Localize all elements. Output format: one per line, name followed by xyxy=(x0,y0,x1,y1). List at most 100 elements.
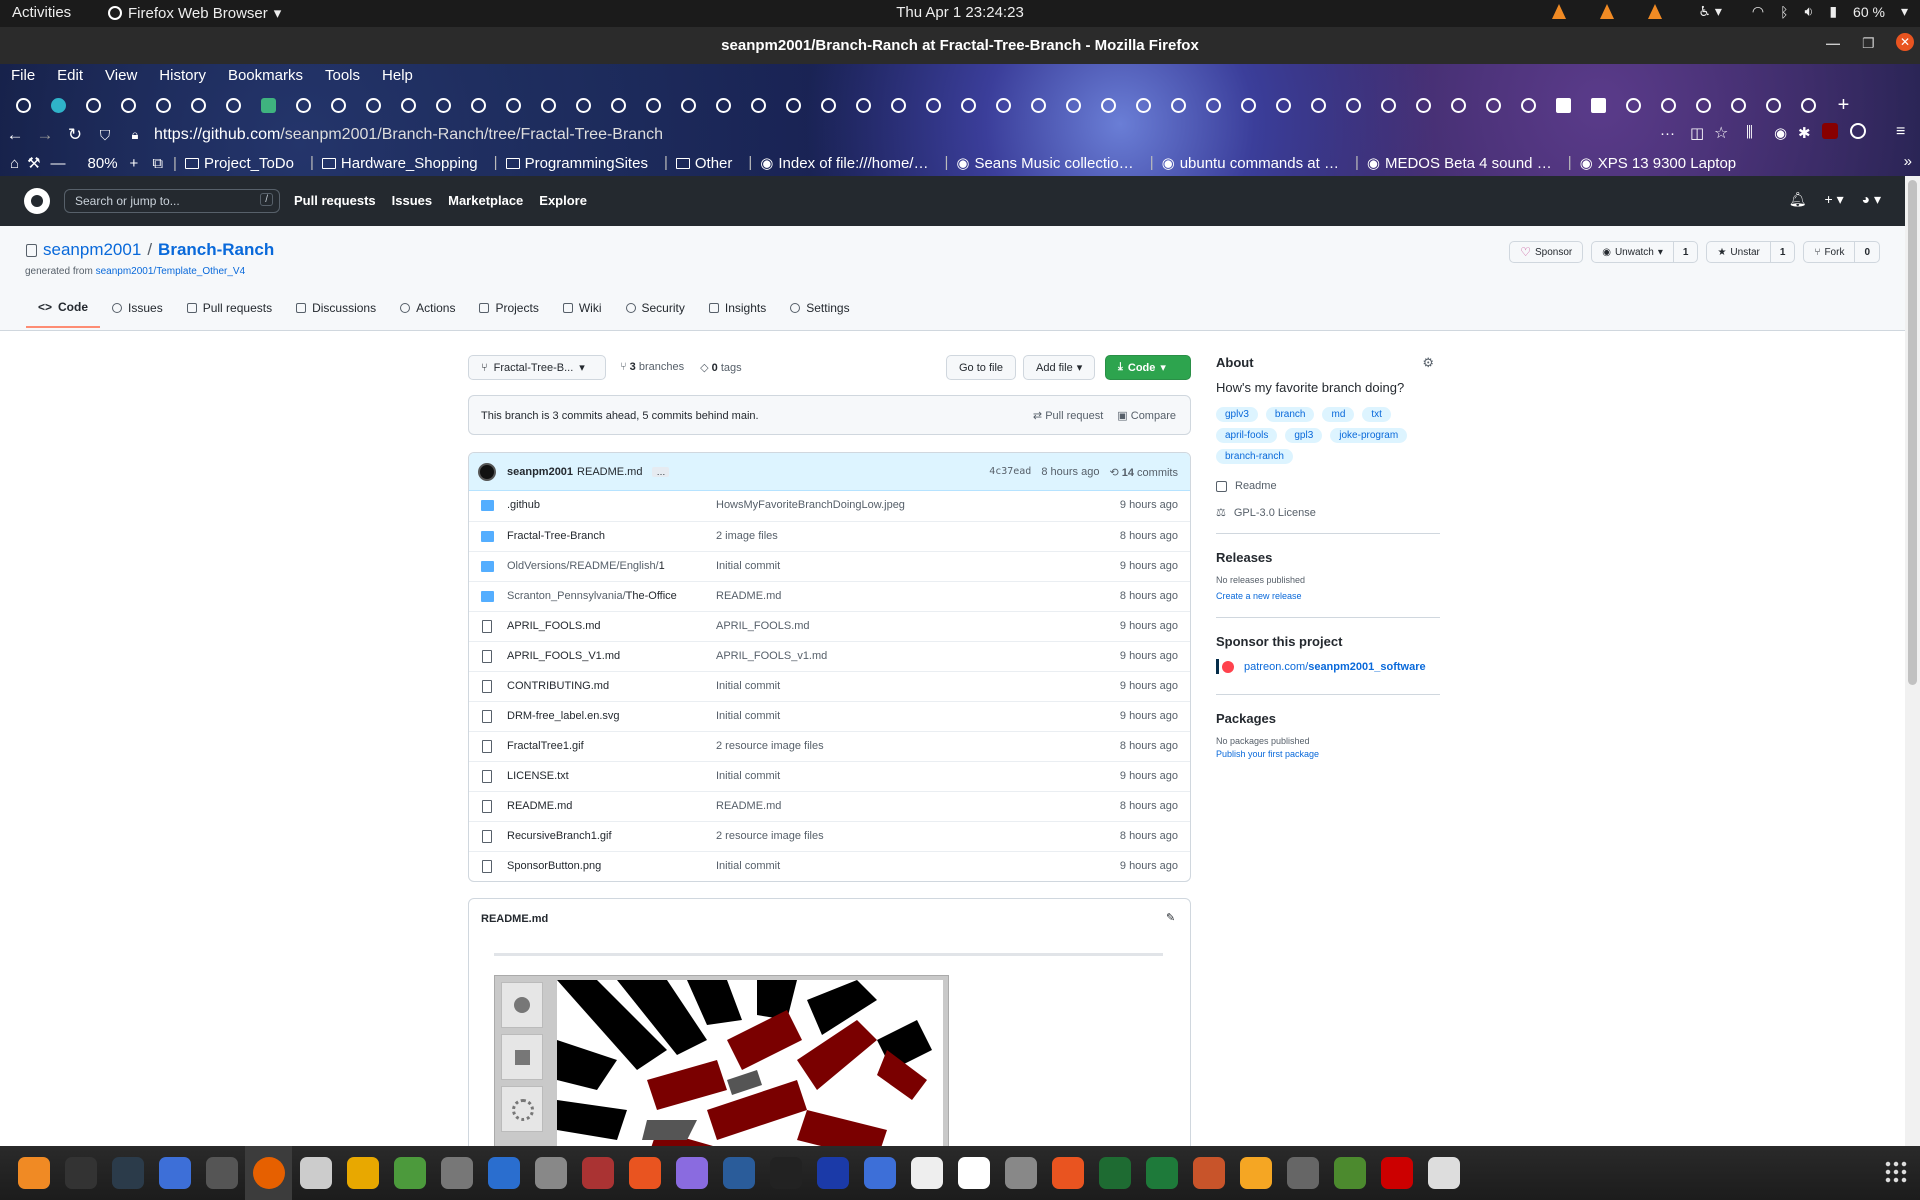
tab-security[interactable]: Security xyxy=(614,300,697,328)
hamburger-menu-icon[interactable]: ≡ xyxy=(1896,123,1905,141)
expand-commit-button[interactable]: … xyxy=(652,467,670,477)
dock-item[interactable] xyxy=(1091,1146,1138,1200)
fork-button[interactable]: ⑂ Fork 0 xyxy=(1803,241,1880,263)
browser-tab[interactable] xyxy=(916,90,951,120)
nav-pull-requests[interactable]: Pull requests xyxy=(294,193,376,208)
vlc-tray-icon[interactable] xyxy=(1648,4,1663,19)
go-to-file-button[interactable]: Go to file xyxy=(946,355,1017,380)
browser-tab[interactable] xyxy=(321,90,356,120)
avatar-menu[interactable]: ◕ ▾ xyxy=(1862,191,1881,208)
github-extension-icon[interactable] xyxy=(1850,123,1866,139)
browser-tab[interactable] xyxy=(216,90,251,120)
file-commit-message[interactable]: APRIL_FOOLS_v1.md xyxy=(716,650,827,662)
tab-actions[interactable]: Actions xyxy=(388,300,467,328)
browser-tab[interactable] xyxy=(706,90,741,120)
tab-code[interactable]: <> Code xyxy=(26,300,101,328)
zoom-out-icon[interactable]: — xyxy=(51,155,66,172)
repo-owner-link[interactable]: seanpm2001 xyxy=(43,240,141,260)
dock-item[interactable] xyxy=(339,1146,386,1200)
pull-request-link[interactable]: ⇄ Pull request xyxy=(1033,409,1103,422)
account-icon[interactable]: ◉ xyxy=(1774,124,1787,142)
browser-tab[interactable] xyxy=(1406,90,1441,120)
dock-item[interactable] xyxy=(1044,1146,1091,1200)
menu-edit[interactable]: Edit xyxy=(46,64,94,90)
vlc-tray-icon[interactable] xyxy=(1600,4,1615,19)
system-tray[interactable]: ♿︎ ▾ ◠ ᛒ 🔉︎ ▮ 60 % ▾ xyxy=(1552,3,1908,20)
bookmark-item[interactable]: ◉ ubuntu commands at … xyxy=(1162,154,1339,173)
unwatch-button[interactable]: ◉ Unwatch ▾ 1 xyxy=(1591,241,1699,263)
file-name-link[interactable]: CONTRIBUTING.md xyxy=(507,680,609,692)
menu-history[interactable]: History xyxy=(148,64,217,90)
file-name-link[interactable]: APRIL_FOOLS.md xyxy=(507,620,601,632)
file-name-link[interactable]: LICENSE.txt xyxy=(507,770,569,782)
dock-item[interactable] xyxy=(1326,1146,1373,1200)
browser-tab[interactable] xyxy=(1371,90,1406,120)
dock-item[interactable] xyxy=(950,1146,997,1200)
extension-icon[interactable]: ✱ xyxy=(1798,124,1811,142)
commit-sha[interactable]: 4c37ead xyxy=(989,466,1031,479)
menu-file[interactable]: File xyxy=(0,64,46,90)
dock-item[interactable] xyxy=(1232,1146,1279,1200)
dock-item[interactable] xyxy=(668,1146,715,1200)
branches-link[interactable]: ⑂ 3 branches xyxy=(620,361,684,374)
topic-tag[interactable]: branch xyxy=(1265,407,1315,422)
show-applications-icon[interactable] xyxy=(1884,1160,1908,1184)
browser-tab[interactable] xyxy=(776,90,811,120)
commits-link[interactable]: ⟲ 14 commits xyxy=(1109,466,1178,479)
close-icon[interactable]: ✕ xyxy=(1896,33,1914,51)
browser-tab[interactable] xyxy=(1616,90,1651,120)
nav-marketplace[interactable]: Marketplace xyxy=(448,193,523,208)
dock-item[interactable] xyxy=(151,1146,198,1200)
browser-tab[interactable] xyxy=(1161,90,1196,120)
commit-message[interactable]: README.md xyxy=(577,466,642,478)
browser-tab[interactable] xyxy=(1756,90,1791,120)
page-scrollbar[interactable] xyxy=(1905,176,1920,1146)
browser-tab[interactable] xyxy=(986,90,1021,120)
vlc-tray-icon[interactable] xyxy=(1552,4,1567,19)
dock-item[interactable] xyxy=(57,1146,104,1200)
minimize-icon[interactable]: — xyxy=(1826,35,1840,51)
ublock-icon[interactable] xyxy=(1822,123,1838,139)
tools-icon[interactable]: ⚒ xyxy=(27,154,40,172)
dock-item[interactable] xyxy=(997,1146,1044,1200)
file-name-link[interactable]: README.md xyxy=(507,800,572,812)
repo-name-link[interactable]: Branch-Ranch xyxy=(158,240,274,260)
dock-item[interactable] xyxy=(574,1146,621,1200)
file-name-link[interactable]: OldVersions/README/English/1 xyxy=(507,560,665,572)
menu-bookmarks[interactable]: Bookmarks xyxy=(217,64,314,90)
file-commit-message[interactable]: 2 image files xyxy=(716,530,778,542)
create-new-icon[interactable]: + ▾ xyxy=(1825,191,1844,208)
file-commit-message[interactable]: Initial commit xyxy=(716,710,780,722)
dock-item[interactable] xyxy=(1420,1146,1467,1200)
browser-tab[interactable] xyxy=(1651,90,1686,120)
browser-tab[interactable] xyxy=(111,90,146,120)
notification-bell-icon[interactable]: 🔔︎ xyxy=(1789,191,1807,208)
maximize-icon[interactable]: ❐ xyxy=(1862,35,1875,52)
browser-tab[interactable] xyxy=(1021,90,1056,120)
releases-heading[interactable]: Releases xyxy=(1216,550,1440,565)
publish-package-link[interactable]: Publish your first package xyxy=(1216,749,1440,759)
library-icon[interactable]: ⫼ xyxy=(1746,124,1753,141)
file-name-link[interactable]: FractalTree1.gif xyxy=(507,740,584,752)
bookmark-item[interactable]: ◉ Index of file:///home/… xyxy=(760,154,928,173)
file-commit-message[interactable]: README.md xyxy=(716,590,781,602)
browser-tab[interactable] xyxy=(671,90,706,120)
browser-tab[interactable] xyxy=(1301,90,1336,120)
file-name-link[interactable]: APRIL_FOOLS_V1.md xyxy=(507,650,620,662)
github-logo-icon[interactable] xyxy=(24,188,50,214)
topic-tag[interactable]: april-fools xyxy=(1216,428,1278,443)
browser-tab[interactable] xyxy=(391,90,426,120)
unstar-button[interactable]: ★ Unstar 1 xyxy=(1706,241,1796,263)
menu-tools[interactable]: Tools xyxy=(314,64,371,90)
browser-tab[interactable] xyxy=(1581,90,1616,120)
browser-tab[interactable] xyxy=(1336,90,1371,120)
browser-tab[interactable] xyxy=(636,90,671,120)
browser-tab[interactable] xyxy=(426,90,461,120)
license-link[interactable]: ⚖ GPL-3.0 License xyxy=(1216,506,1440,520)
fork-count[interactable]: 0 xyxy=(1854,242,1879,262)
browser-tab[interactable] xyxy=(531,90,566,120)
browser-tab[interactable] xyxy=(951,90,986,120)
browser-tab[interactable] xyxy=(1686,90,1721,120)
screenshot-icon[interactable]: ⧉ xyxy=(152,155,163,172)
file-commit-message[interactable]: README.md xyxy=(716,800,781,812)
